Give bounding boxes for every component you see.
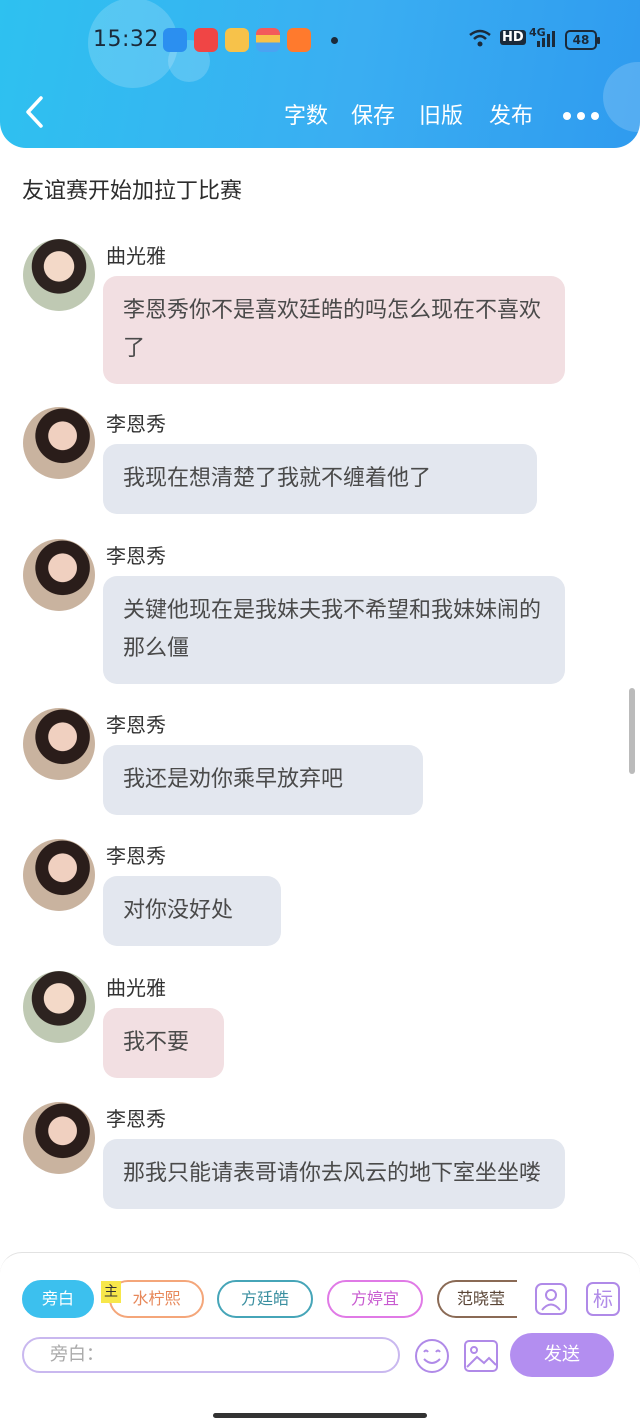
top-header: 15:32 HD 4G 48 字数 保存 旧版 发布: [0, 0, 640, 148]
main-role-badge: 主: [101, 1281, 121, 1303]
avatar-qu-guangya[interactable]: [23, 971, 95, 1043]
speaker-name: 李恩秀: [106, 1107, 166, 1131]
speaker-name: 李恩秀: [106, 412, 166, 436]
signal-icon: [537, 31, 555, 47]
old-version-button[interactable]: 旧版: [419, 98, 463, 130]
home-indicator[interactable]: [213, 1413, 427, 1418]
avatar-li-enxiu[interactable]: [23, 1102, 95, 1174]
speaker-name: 曲光雅: [106, 976, 166, 1000]
wallet-icon: [256, 28, 280, 52]
chat-message: 李恩秀 关键他现在是我妹夫我不希望和我妹妹闹的那么僵: [0, 539, 600, 689]
role-chip-fan-xiaoying[interactable]: 范晓莹: [437, 1280, 517, 1318]
role-chip-shui-ningxi[interactable]: 水柠熙: [109, 1280, 204, 1318]
more-notifications-dot: [331, 37, 338, 44]
app-notification-icon: [194, 28, 218, 52]
app-notification-icon: [287, 28, 311, 52]
save-button[interactable]: 保存: [351, 98, 395, 130]
avatar-qu-guangya[interactable]: [23, 239, 95, 311]
role-chip-fang-tingyi[interactable]: 方婷宜: [327, 1280, 423, 1318]
avatar-li-enxiu[interactable]: [23, 539, 95, 611]
battery-indicator: 48: [565, 30, 600, 50]
status-bar: 15:32 HD 4G 48: [0, 22, 640, 62]
hd-indicator: HD: [500, 30, 526, 45]
tag-icon[interactable]: 标: [586, 1282, 620, 1316]
message-bubble[interactable]: 我还是劝你乘早放弃吧: [103, 745, 423, 815]
decor-bubble: [603, 62, 640, 132]
app-notification-icon: [163, 28, 187, 52]
speaker-name: 曲光雅: [106, 244, 166, 268]
status-time: 15:32: [93, 27, 159, 52]
message-input[interactable]: 旁白：: [22, 1337, 400, 1373]
message-bubble[interactable]: 对你没好处: [103, 876, 281, 946]
message-bubble[interactable]: 我不要: [103, 1008, 224, 1078]
message-bubble[interactable]: 关键他现在是我妹夫我不希望和我妹妹闹的那么僵: [103, 576, 565, 684]
message-bubble[interactable]: 我现在想清楚了我就不缠着他了: [103, 444, 537, 514]
avatar-li-enxiu[interactable]: [23, 407, 95, 479]
chat-message: 曲光雅 李恩秀你不是喜欢廷皓的吗怎么现在不喜欢了: [0, 239, 600, 389]
word-count-button[interactable]: 字数: [284, 98, 328, 130]
more-options-icon[interactable]: [563, 112, 599, 120]
role-manage-icon[interactable]: [534, 1282, 568, 1316]
chat-message: 李恩秀 对你没好处: [0, 839, 600, 949]
role-chip-fang-tinghao[interactable]: 方廷皓: [217, 1280, 313, 1318]
speaker-name: 李恩秀: [106, 544, 166, 568]
image-icon[interactable]: [463, 1339, 499, 1373]
story-title: 友谊赛开始加拉丁比赛: [22, 179, 243, 204]
role-chip-narration[interactable]: 旁白: [22, 1280, 94, 1318]
back-arrow-icon[interactable]: [22, 95, 48, 129]
speaker-name: 李恩秀: [106, 844, 166, 868]
chat-message: 李恩秀 我还是劝你乘早放弃吧: [0, 708, 600, 818]
message-bubble[interactable]: 李恩秀你不是喜欢廷皓的吗怎么现在不喜欢了: [103, 276, 565, 384]
avatar-li-enxiu[interactable]: [23, 708, 95, 780]
wifi-icon: [469, 29, 491, 47]
chat-message: 李恩秀 那我只能请表哥请你去风云的地下室坐坐喽: [0, 1102, 600, 1252]
chat-message: 曲光雅 我不要: [0, 971, 600, 1081]
emoji-icon[interactable]: [414, 1338, 450, 1374]
avatar-li-enxiu[interactable]: [23, 839, 95, 911]
scrollbar[interactable]: [629, 688, 635, 774]
message-bubble[interactable]: 那我只能请表哥请你去风云的地下室坐坐喽: [103, 1139, 565, 1209]
publish-button[interactable]: 发布: [489, 98, 533, 130]
chat-message: 李恩秀 我现在想清楚了我就不缠着他了: [0, 407, 600, 517]
speaker-name: 李恩秀: [106, 713, 166, 737]
weibo-icon: [225, 28, 249, 52]
send-button[interactable]: 发送: [510, 1333, 614, 1377]
